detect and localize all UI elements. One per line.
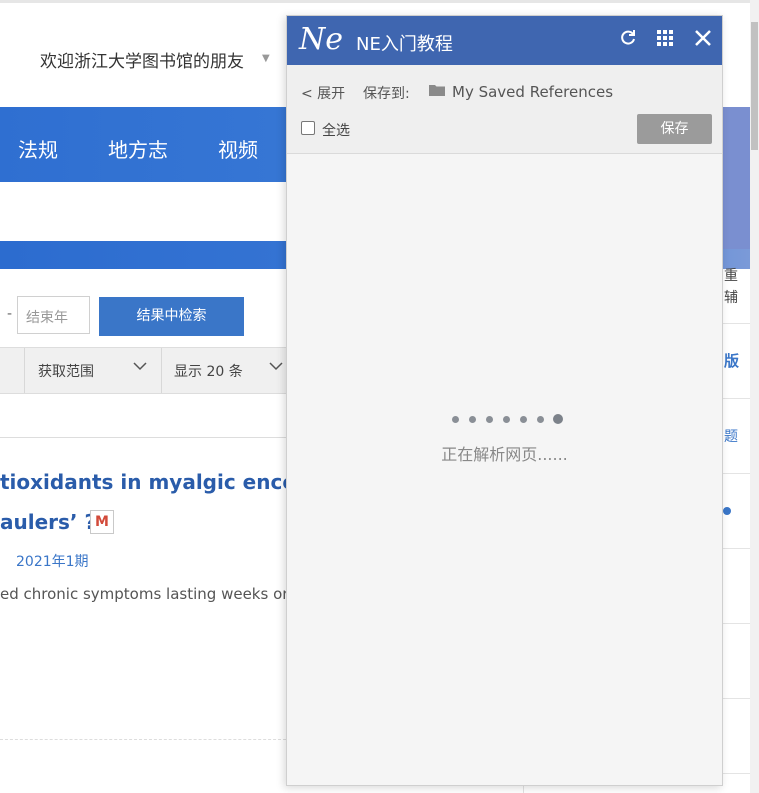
right-column-divider <box>723 473 750 474</box>
search-in-results-button[interactable]: 结果中检索 <box>99 297 244 336</box>
ne-panel-title[interactable]: NE入门教程 <box>356 30 453 56</box>
right-column-divider <box>723 398 750 399</box>
right-column-divider <box>723 323 750 324</box>
nav-item-local-chronicles[interactable]: 地方志 <box>108 134 168 163</box>
save-button[interactable]: 保存 <box>637 114 712 144</box>
right-column-divider <box>723 698 750 699</box>
ne-logo: Ne <box>299 22 344 57</box>
ne-panel: Ne NE入门教程 < 展开 保存到: My Saved References … <box>286 15 723 786</box>
select-all-checkbox[interactable] <box>301 121 315 135</box>
folder-icon <box>429 82 445 101</box>
access-scope-filter[interactable]: 获取范围 <box>38 361 94 381</box>
nav-item-video[interactable]: 视频 <box>218 134 258 163</box>
right-column-divider <box>723 773 750 774</box>
m-badge-icon: M <box>90 510 114 534</box>
refresh-icon[interactable] <box>618 28 638 52</box>
filter-divider <box>161 348 162 393</box>
expand-button[interactable]: < 展开 <box>301 83 345 103</box>
loading-spinner <box>452 414 563 426</box>
save-to-label: 保存到: <box>363 86 410 102</box>
right-column-link[interactable]: 题 <box>724 426 738 446</box>
page-size-filter[interactable]: 显示 20 条 <box>174 361 243 381</box>
result-title-continued[interactable]: aulers’ ? <box>0 510 96 534</box>
right-column-link[interactable]: 版 <box>724 350 739 371</box>
end-year-input[interactable]: 结束年 <box>17 296 90 334</box>
scrollbar-thumb[interactable] <box>751 22 758 150</box>
chevron-down-icon[interactable] <box>132 358 148 378</box>
chevron-down-icon[interactable] <box>268 358 284 378</box>
result-title[interactable]: tioxidants in myalgic enceph <box>0 470 324 494</box>
ne-panel-header: Ne NE入门教程 <box>287 16 722 65</box>
right-column-divider <box>723 548 750 549</box>
dot-icon <box>723 507 731 515</box>
select-all-label[interactable]: 全选 <box>322 120 350 140</box>
nav-item-regulations[interactable]: 法规 <box>18 134 58 163</box>
right-column-text: 重 <box>724 268 738 284</box>
filter-divider <box>24 348 25 393</box>
right-column-text: 辅 <box>724 290 738 306</box>
welcome-text: 欢迎浙江大学图书馆的朋友 <box>40 52 244 72</box>
folder-select[interactable]: My Saved References <box>452 83 613 101</box>
loading-text: 正在解析网页...... <box>441 445 568 464</box>
right-column-divider <box>723 623 750 624</box>
close-icon[interactable] <box>693 28 713 52</box>
chevron-down-icon[interactable]: ▼ <box>262 53 270 64</box>
list-divider <box>0 739 286 740</box>
decorative-banner-right <box>722 107 750 249</box>
year-range-separator: - <box>7 306 13 322</box>
result-issue[interactable]: 2021年1期 <box>16 551 89 571</box>
list-divider <box>0 437 286 438</box>
grid-icon[interactable] <box>655 28 675 52</box>
result-snippet: ed chronic symptoms lasting weeks or m <box>0 585 308 603</box>
top-border <box>0 0 759 3</box>
